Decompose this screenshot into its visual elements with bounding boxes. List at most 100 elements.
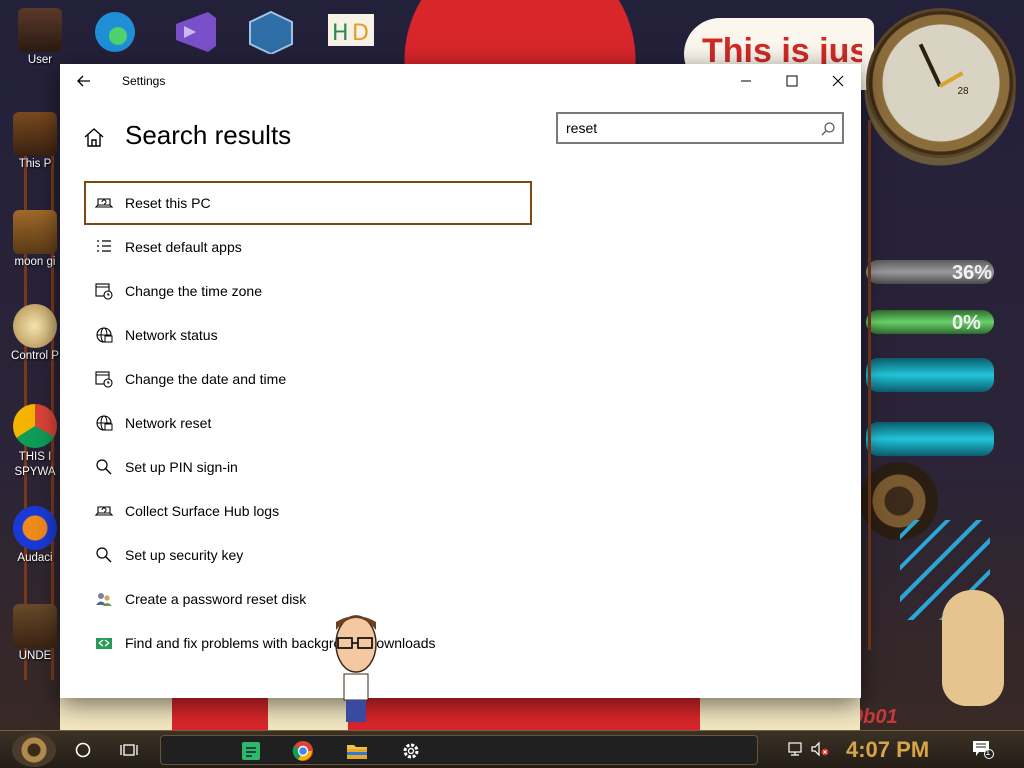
taskbar-chrome[interactable] (289, 738, 317, 764)
result-reset-this-pc[interactable]: Reset this PC (84, 181, 532, 225)
default-apps-icon (94, 237, 114, 257)
calendar-clock-icon (94, 281, 114, 301)
computer-icon (13, 112, 57, 156)
result-set-up-pin[interactable]: Set up PIN sign-in (84, 445, 532, 489)
result-label: Find and fix problems with background do… (125, 635, 436, 651)
result-label: Create a password reset disk (125, 591, 307, 607)
task-view-button[interactable] (112, 735, 146, 765)
virtualbox-icon (249, 10, 293, 56)
barrel-icon (13, 210, 57, 254)
clock-day: 28 (957, 86, 969, 97)
result-label: Network status (125, 327, 218, 343)
result-network-reset[interactable]: Network reset (84, 401, 532, 445)
maximize-button[interactable] (769, 64, 815, 98)
result-label: Reset default apps (125, 239, 242, 255)
hxd-desktop-icon[interactable]: HD (326, 10, 382, 54)
action-center-button[interactable]: 1 (970, 739, 996, 759)
home-button[interactable] (82, 126, 106, 150)
calendar-clock-icon (94, 369, 114, 389)
sticky-notes-icon (242, 742, 260, 760)
network-tray-button[interactable] (786, 739, 806, 759)
globe-icon (94, 413, 114, 433)
result-set-up-security-key[interactable]: Set up security key (84, 533, 532, 577)
minimize-icon (741, 80, 751, 82)
result-label: Network reset (125, 415, 212, 431)
title-bar: Settings (60, 64, 861, 98)
volume-tray-button[interactable] (810, 739, 830, 759)
result-label: Collect Surface Hub logs (125, 503, 280, 519)
close-icon (832, 75, 844, 87)
svg-text:H: H (332, 21, 349, 46)
cortana-button[interactable] (66, 735, 100, 765)
page-title: Search results (125, 120, 292, 150)
users-icon (94, 589, 114, 609)
audacity-icon (13, 506, 57, 550)
folder-icon (13, 604, 57, 648)
wallpaper-left-frame (24, 120, 54, 680)
key-search-icon (94, 457, 114, 477)
hxd-icon: HD (328, 14, 374, 46)
result-collect-surface-hub-logs[interactable]: Collect Surface Hub logs (84, 489, 532, 533)
virtualbox-desktop-icon[interactable] (246, 10, 302, 56)
reset-pc-icon (94, 501, 114, 521)
wallpaper-bottom-stripes (60, 698, 860, 730)
taskbar-sticky-notes[interactable] (237, 738, 265, 764)
taskbar-settings[interactable] (397, 738, 425, 764)
search-results-list: Reset this PC Reset default apps Change … (84, 181, 532, 665)
search-input[interactable] (566, 119, 806, 137)
result-change-time-zone[interactable]: Change the time zone (84, 269, 532, 313)
result-label: Change the time zone (125, 283, 262, 299)
result-label: Set up security key (125, 547, 244, 563)
svg-text:D: D (352, 21, 369, 46)
result-network-status[interactable]: Network status (84, 313, 532, 357)
visual-studio-icon (176, 12, 216, 52)
notification-icon (973, 741, 994, 759)
back-arrow-icon (77, 75, 90, 87)
taskbar-file-explorer[interactable] (343, 738, 371, 764)
taskbar-pinned-apps (160, 735, 758, 765)
folder-icon (347, 745, 367, 759)
settings-window: Settings Search results Reset this PC (60, 64, 861, 698)
user-folder-icon (18, 8, 62, 52)
network-icon (788, 742, 802, 756)
cpu-meter-value: 36% (952, 262, 993, 284)
notification-count: 1 (985, 748, 991, 758)
result-label: Set up PIN sign-in (125, 459, 238, 475)
result-label: Reset this PC (125, 195, 211, 211)
result-change-date-time[interactable]: Change the date and time (84, 357, 532, 401)
volume-muted-icon (811, 741, 829, 757)
desktop-icon-user[interactable]: User (5, 8, 75, 66)
back-button[interactable] (68, 66, 100, 96)
troubleshoot-icon (94, 633, 114, 653)
minimize-button[interactable] (723, 64, 769, 98)
maximize-icon (786, 75, 798, 87)
taskbar: 4:07 PM 1 (0, 730, 1024, 768)
close-button[interactable] (815, 64, 861, 98)
globe-icon (94, 325, 114, 345)
edge-desktop-icon[interactable] (90, 10, 146, 54)
chrome-icon (13, 404, 57, 448)
gear-icon (403, 743, 419, 759)
wallpaper-right-frame (868, 120, 888, 650)
taskbar-clock[interactable]: 4:07 PM (846, 737, 929, 763)
home-icon (84, 128, 104, 147)
search-box[interactable] (556, 112, 844, 144)
key-search-icon (94, 545, 114, 565)
result-label: Change the date and time (125, 371, 287, 387)
lightbulb-icon (13, 304, 57, 348)
cortana-circle-icon (75, 742, 91, 758)
result-reset-default-apps[interactable]: Reset default apps (84, 225, 532, 269)
result-fix-background-downloads[interactable]: Find and fix problems with background do… (84, 621, 532, 665)
search-icon[interactable] (820, 121, 836, 137)
reset-pc-icon (94, 193, 114, 213)
window-title: Settings (122, 74, 166, 88)
chrome-icon (292, 741, 313, 761)
hamster-image (942, 590, 1004, 706)
ram-meter-value: 0% (952, 312, 981, 334)
start-button[interactable] (12, 733, 56, 767)
visual-studio-desktop-icon[interactable] (170, 10, 226, 54)
task-view-icon (120, 744, 138, 756)
result-create-password-reset-disk[interactable]: Create a password reset disk (84, 577, 532, 621)
cartoon-character-overlay (335, 615, 377, 722)
edge-icon (95, 12, 135, 52)
